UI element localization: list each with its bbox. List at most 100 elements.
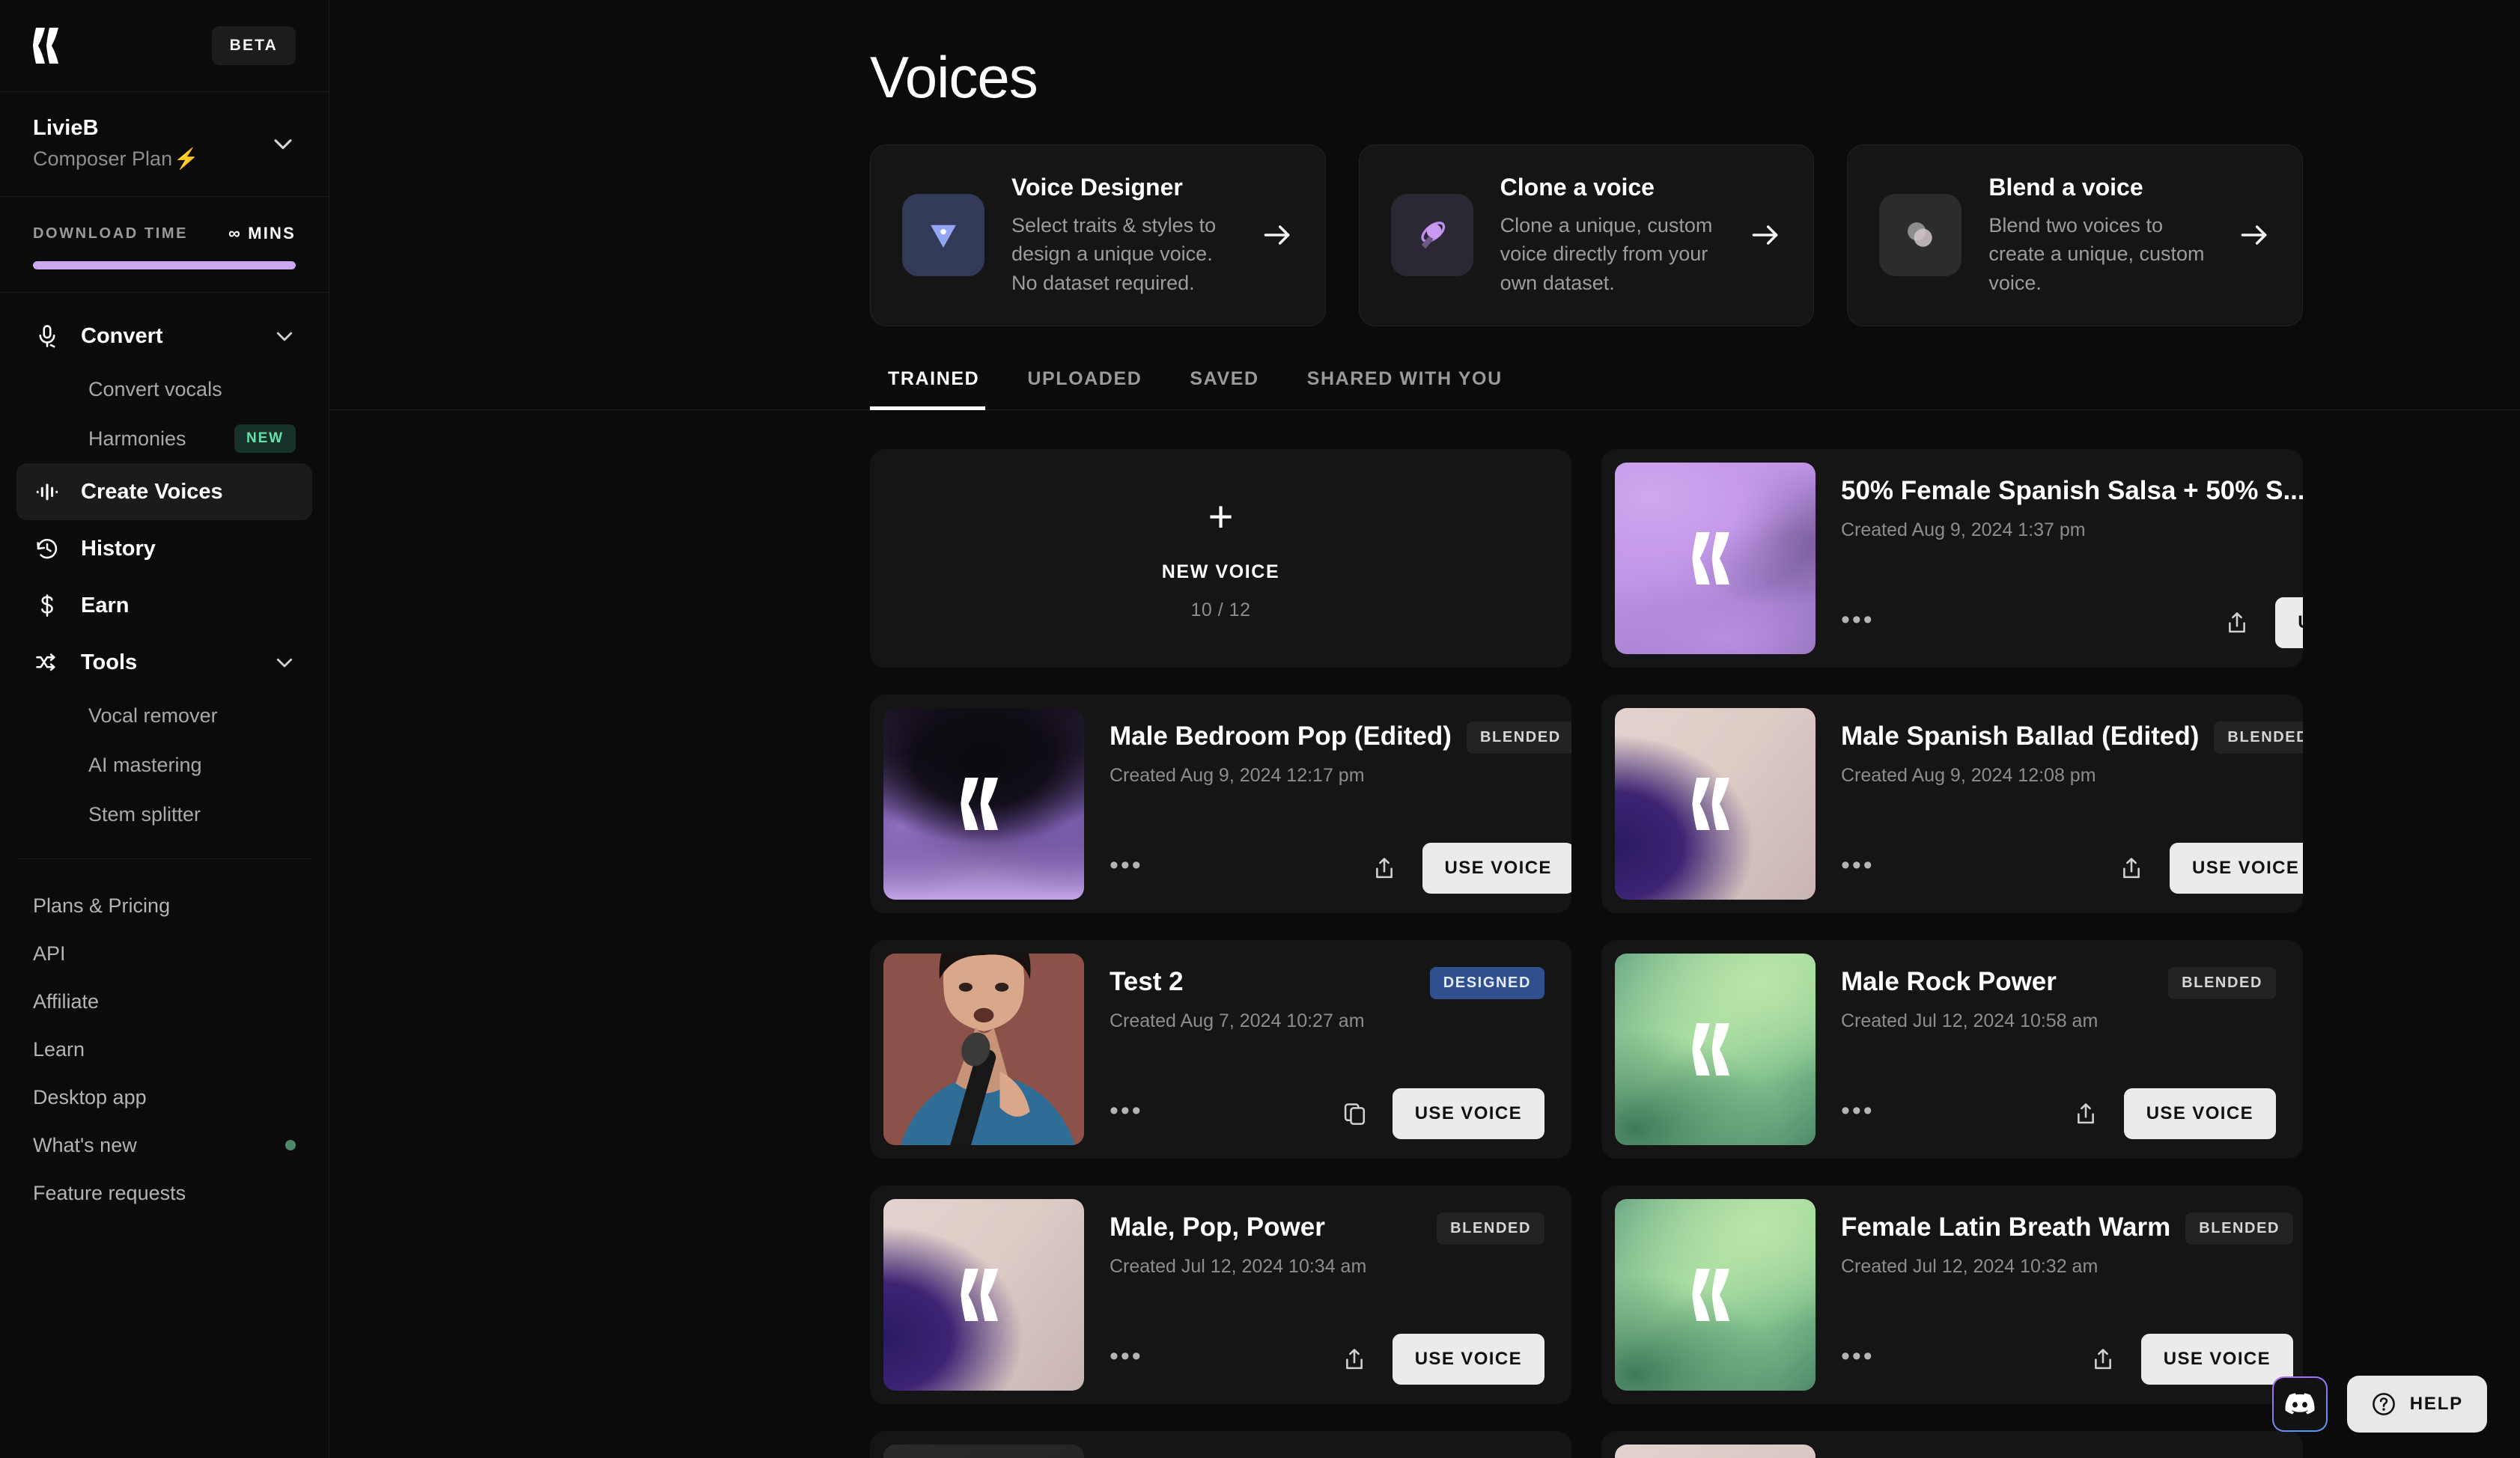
- nav-sub-harmonies[interactable]: Harmonies NEW: [16, 414, 312, 463]
- voice-card-body: Male Bedroom Pop (Edited) BLENDED Create…: [1084, 695, 1571, 913]
- kits-logo-icon[interactable]: [33, 28, 64, 64]
- voice-card[interactable]: [870, 1430, 1571, 1458]
- sidebar-link-whats-new[interactable]: What's new: [16, 1121, 312, 1169]
- voice-card[interactable]: 50% Female Spanish Salsa + 50% S... BLEN…: [1601, 448, 2303, 668]
- nav-item-history[interactable]: History: [16, 520, 312, 577]
- nav-sub-convert-vocals[interactable]: Convert vocals: [16, 364, 312, 414]
- nav-item-history-label: History: [81, 536, 156, 561]
- floating-actions: HELP: [2271, 1376, 2487, 1433]
- arrow-right-icon[interactable]: [1261, 219, 1294, 251]
- use-voice-button[interactable]: USE VOICE: [1392, 1088, 1544, 1139]
- voice-card-body: Test 2 DESIGNED Created Aug 7, 2024 10:2…: [1084, 940, 1571, 1159]
- voice-card[interactable]: [1601, 1430, 2303, 1458]
- nav-sub-ai-mastering[interactable]: AI mastering: [16, 740, 312, 790]
- singer-photo: [883, 953, 1084, 1145]
- new-voice-card[interactable]: + NEW VOICE 10 / 12: [870, 448, 1571, 668]
- new-voice-label: NEW VOICE: [1161, 561, 1280, 582]
- nav-group-tools[interactable]: Tools: [16, 634, 312, 691]
- sidebar-link-affiliate-label: Affiliate: [33, 989, 100, 1013]
- chevron-down-icon[interactable]: [273, 325, 296, 347]
- primary-nav: Convert Convert vocals Harmonies NEW Cre…: [0, 292, 329, 859]
- triangle-designer-icon: [902, 194, 984, 277]
- app-root: BETA LivieB Composer Plan ⚡ DOWNLOAD TIM…: [0, 0, 2520, 1458]
- use-voice-button[interactable]: USE VOICE: [2169, 842, 2303, 894]
- promo-card-clone-voice-text: Clone a voice Clone a unique, custom voi…: [1500, 174, 1723, 297]
- share-icon[interactable]: [2119, 855, 2144, 881]
- discord-button[interactable]: [2271, 1376, 2328, 1432]
- nav-group-tools-label: Tools: [81, 650, 138, 674]
- more-options-button[interactable]: •••: [1841, 607, 1875, 633]
- sidebar-link-plans-pricing[interactable]: Plans & Pricing: [16, 882, 312, 930]
- tab-saved[interactable]: SAVED: [1172, 368, 1276, 409]
- tab-uploaded[interactable]: UPLOADED: [1009, 368, 1160, 409]
- voice-title: Female Latin Breath Warm: [1841, 1212, 2171, 1242]
- promo-card-voice-designer-desc: Select traits & styles to design a uniqu…: [1011, 214, 1217, 294]
- promo-card-clone-voice[interactable]: Clone a voice Clone a unique, custom voi…: [1358, 144, 1815, 326]
- share-icon[interactable]: [1342, 1346, 1367, 1372]
- use-voice-button[interactable]: USE VOICE: [1422, 842, 1571, 894]
- microphone-icon: [33, 322, 61, 350]
- sidebar-link-api[interactable]: API: [16, 930, 312, 977]
- voice-card-actions: USE VOICE: [2119, 842, 2303, 894]
- sidebar-link-desktop-app[interactable]: Desktop app: [16, 1073, 312, 1121]
- nav-sub-ai-mastering-label: AI mastering: [88, 753, 202, 776]
- use-voice-button[interactable]: USE VOICE: [1392, 1333, 1544, 1385]
- voice-card[interactable]: Test 2 DESIGNED Created Aug 7, 2024 10:2…: [870, 939, 1571, 1159]
- sidebar-link-affiliate[interactable]: Affiliate: [16, 977, 312, 1025]
- more-options-button[interactable]: •••: [1841, 1098, 1875, 1124]
- voice-card-body: [1816, 1431, 2303, 1458]
- sidebar-link-feature-requests[interactable]: Feature requests: [16, 1169, 312, 1217]
- more-options-button[interactable]: •••: [1841, 852, 1875, 879]
- voice-card[interactable]: Male Spanish Ballad (Edited) BLENDED Cre…: [1601, 694, 2303, 913]
- account-switcher[interactable]: LivieB Composer Plan ⚡: [0, 92, 329, 197]
- chevron-down-icon[interactable]: [273, 651, 296, 674]
- arrow-right-icon[interactable]: [2238, 219, 2271, 251]
- voice-card[interactable]: Male, Pop, Power BLENDED Created Jul 12,…: [870, 1185, 1571, 1404]
- chevron-down-icon[interactable]: [270, 131, 296, 156]
- page-title: Voices: [870, 44, 1038, 110]
- share-icon[interactable]: [2224, 610, 2250, 635]
- voice-card-body: [1084, 1431, 1571, 1458]
- nav-sub-vocal-remover[interactable]: Vocal remover: [16, 691, 312, 740]
- promo-card-blend-voice-desc: Blend two voices to create a unique, cus…: [1988, 214, 2205, 294]
- voice-card[interactable]: Male Rock Power BLENDED Created Jul 12, …: [1601, 939, 2303, 1159]
- more-options-button[interactable]: •••: [1110, 1098, 1143, 1124]
- more-options-button[interactable]: •••: [1110, 1343, 1143, 1370]
- share-icon[interactable]: [1372, 855, 1397, 881]
- voice-card-actions: USE VOICE: [1342, 1088, 1544, 1139]
- voice-card[interactable]: Male Bedroom Pop (Edited) BLENDED Create…: [870, 694, 1571, 913]
- voice-created-date: Created Aug 7, 2024 10:27 am: [1110, 1010, 1365, 1031]
- share-icon[interactable]: [2090, 1346, 2116, 1372]
- more-options-button[interactable]: •••: [1110, 852, 1143, 879]
- waveform-icon: [33, 478, 61, 506]
- nav-sub-harmonies-label: Harmonies: [88, 427, 186, 450]
- promo-cards-row: Voice Designer Select traits & styles to…: [329, 112, 2520, 326]
- tab-shared-with-you[interactable]: SHARED WITH YOU: [1289, 368, 1521, 409]
- notification-dot-icon: [285, 1140, 296, 1150]
- voice-title: Male Bedroom Pop (Edited): [1110, 721, 1452, 751]
- promo-card-blend-voice[interactable]: Blend a voice Blend two voices to create…: [1847, 144, 2304, 326]
- voice-thumbnail: [1615, 1198, 1816, 1391]
- copy-icon[interactable]: [1342, 1101, 1367, 1126]
- nav-group-convert[interactable]: Convert: [16, 308, 312, 364]
- share-icon[interactable]: [2073, 1101, 2099, 1126]
- voice-card[interactable]: Female Latin Breath Warm BLENDED Created…: [1601, 1185, 2303, 1404]
- sidebar-link-learn[interactable]: Learn: [16, 1025, 312, 1073]
- voice-thumbnail: [1615, 1444, 1816, 1458]
- nav-item-earn[interactable]: Earn: [16, 577, 312, 634]
- voice-card-body: Female Latin Breath Warm BLENDED Created…: [1816, 1186, 2303, 1404]
- voice-card-footer: ••• USE VOICE: [1110, 1088, 1544, 1139]
- more-options-button[interactable]: •••: [1841, 1343, 1875, 1370]
- nav-item-create-voices[interactable]: Create Voices: [16, 463, 312, 520]
- tab-trained[interactable]: TRAINED: [870, 368, 997, 410]
- use-voice-button[interactable]: USE VOICE: [2123, 1088, 2276, 1139]
- help-button[interactable]: HELP: [2346, 1376, 2487, 1433]
- arrow-right-icon[interactable]: [1749, 219, 1782, 251]
- sidebar-link-plans-pricing-label: Plans & Pricing: [33, 894, 171, 917]
- voice-thumbnail: [883, 953, 1084, 1145]
- use-voice-button[interactable]: USE VOICE: [2140, 1333, 2294, 1385]
- nav-sub-stem-splitter[interactable]: Stem splitter: [16, 790, 312, 839]
- promo-card-voice-designer[interactable]: Voice Designer Select traits & styles to…: [870, 144, 1326, 326]
- use-voice-button[interactable]: USE VOICE: [2275, 597, 2303, 648]
- download-progress-fill: [33, 261, 296, 269]
